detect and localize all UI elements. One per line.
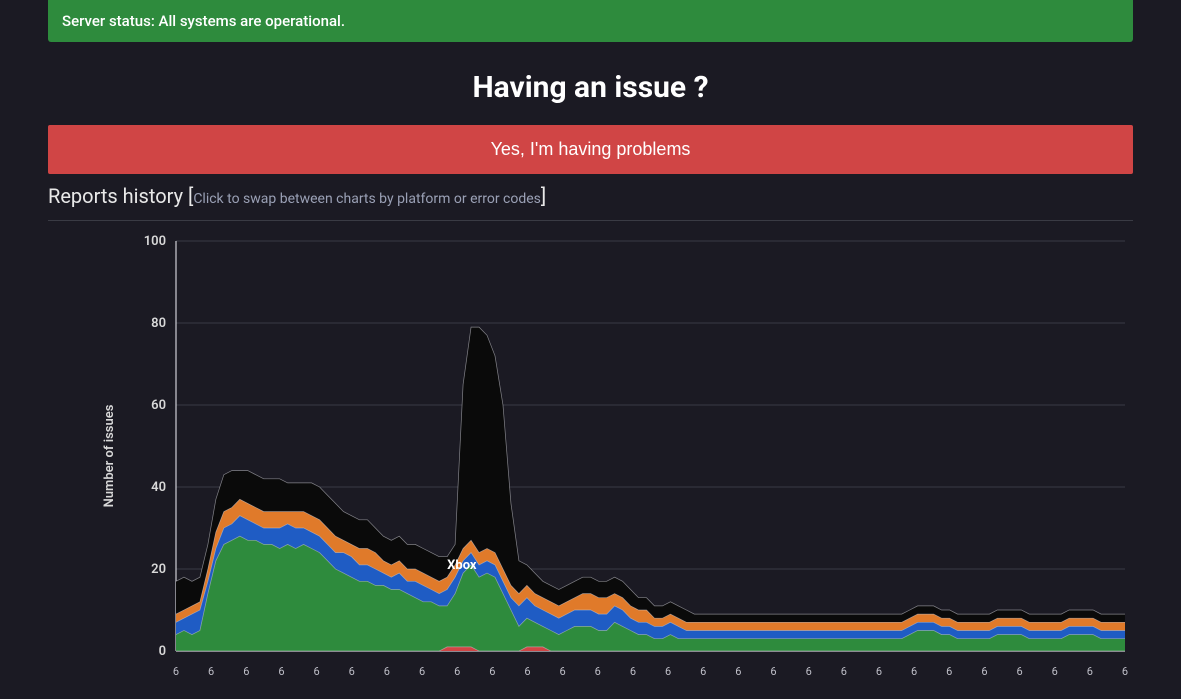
svg-text:6: 6 (384, 665, 390, 678)
reports-history-header: Reports history [Click to swap between c… (48, 184, 1133, 208)
svg-text:6: 6 (1122, 665, 1128, 678)
svg-text:6: 6 (313, 665, 319, 678)
svg-text:6: 6 (665, 665, 671, 678)
svg-text:6: 6 (208, 665, 214, 678)
y-axis-title: Number of issues (102, 405, 117, 508)
svg-text:100: 100 (144, 234, 166, 249)
svg-text:20: 20 (151, 562, 166, 577)
reports-history-title: Reports history (48, 184, 183, 208)
page-heading: Having an issue ? (48, 70, 1133, 105)
report-problem-button[interactable]: Yes, I'm having problems (48, 125, 1133, 174)
svg-text:60: 60 (151, 398, 166, 413)
svg-text:6: 6 (841, 665, 847, 678)
svg-text:6: 6 (243, 665, 249, 678)
svg-text:6: 6 (419, 665, 425, 678)
svg-text:6: 6 (1087, 665, 1093, 678)
svg-text:80: 80 (151, 316, 166, 331)
status-text: Server status: All systems are operation… (62, 12, 345, 30)
svg-text:6: 6 (1016, 665, 1022, 678)
svg-text:6: 6 (524, 665, 530, 678)
divider (48, 220, 1133, 221)
swap-charts-link[interactable]: Click to swap between charts by platform… (193, 191, 541, 207)
svg-text:6: 6 (278, 665, 284, 678)
svg-text:6: 6 (735, 665, 741, 678)
status-banner: Server status: All systems are operation… (48, 0, 1133, 42)
svg-text:6: 6 (911, 665, 917, 678)
svg-text:6: 6 (560, 665, 566, 678)
svg-text:6: 6 (1052, 665, 1058, 678)
svg-text:6: 6 (806, 665, 812, 678)
bracket-close: ] (541, 184, 546, 208)
reports-chart: Number of issues 0 20 40 60 80 100 6 6 6 6 6 6 6 6 6 6 6… (48, 231, 1133, 681)
svg-text:6: 6 (770, 665, 776, 678)
svg-text:40: 40 (151, 480, 166, 495)
svg-text:6: 6 (595, 665, 601, 678)
svg-text:6: 6 (700, 665, 706, 678)
svg-text:6: 6 (349, 665, 355, 678)
svg-text:6: 6 (981, 665, 987, 678)
svg-text:0: 0 (159, 644, 166, 659)
svg-text:6: 6 (489, 665, 495, 678)
svg-text:6: 6 (630, 665, 636, 678)
svg-text:6: 6 (876, 665, 882, 678)
svg-text:6: 6 (173, 665, 179, 678)
svg-text:Xbox: Xbox (447, 558, 477, 573)
svg-text:6: 6 (454, 665, 460, 678)
svg-text:6: 6 (946, 665, 952, 678)
chart-svg: 0 20 40 60 80 100 6 6 6 6 6 6 6 6 6 6 6 6 6 6 6 6 6 6 6 6 6 6 6 6 6 6 6 6… (98, 231, 1133, 681)
